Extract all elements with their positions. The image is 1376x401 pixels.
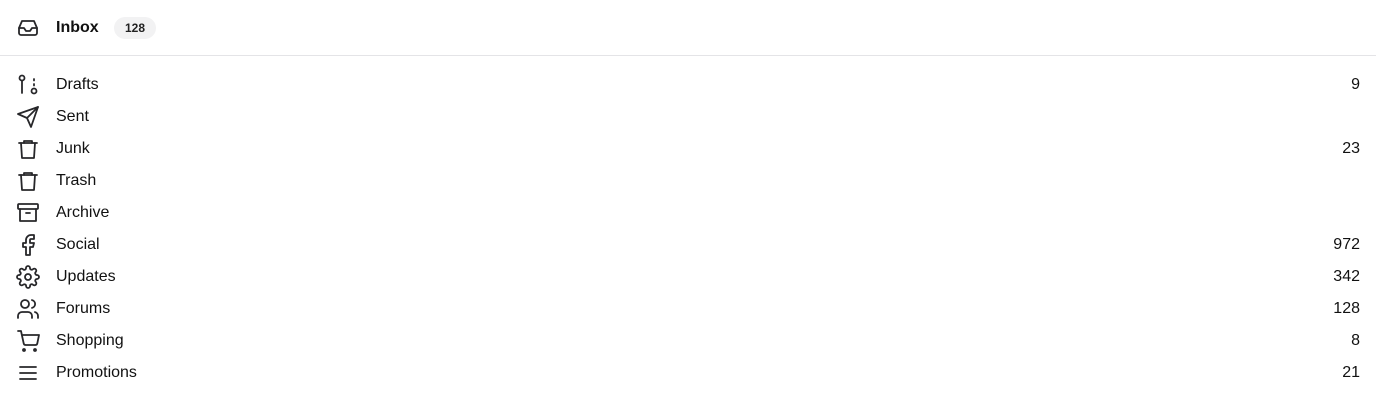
inbox-count-badge: 128: [114, 17, 157, 39]
folder-count: 342: [1333, 268, 1360, 285]
inbox-header[interactable]: Inbox 128: [0, 0, 1376, 56]
users-icon: [16, 297, 40, 321]
inbox-icon: [16, 16, 40, 40]
folder-item-promotions[interactable]: Promotions 21: [0, 357, 1376, 389]
folder-count: 23: [1342, 140, 1360, 157]
folder-item-archive[interactable]: Archive: [0, 197, 1376, 229]
folder-count: 9: [1351, 76, 1360, 93]
send-icon: [16, 105, 40, 129]
folder-count: 21: [1342, 364, 1360, 381]
folder-item-shopping[interactable]: Shopping 8: [0, 325, 1376, 357]
folder-item-trash[interactable]: Trash: [0, 165, 1376, 197]
folder-label: Updates: [56, 268, 116, 285]
folder-count: 128: [1333, 300, 1360, 317]
shopping-cart-icon: [16, 329, 40, 353]
folder-item-drafts[interactable]: Drafts 9: [0, 69, 1376, 101]
trash-icon: [16, 169, 40, 193]
folder-label: Trash: [56, 172, 97, 189]
archive-icon: [16, 201, 40, 225]
folder-item-updates[interactable]: Updates 342: [0, 261, 1376, 293]
git-pull-request-icon: [16, 73, 40, 97]
folder-label: Forums: [56, 300, 111, 317]
folder-label: Sent: [56, 108, 89, 125]
folder-item-sent[interactable]: Sent: [0, 101, 1376, 133]
folder-label: Archive: [56, 204, 110, 221]
folder-item-forums[interactable]: Forums 128: [0, 293, 1376, 325]
inbox-title: Inbox: [56, 19, 99, 36]
folder-label: Social: [56, 236, 100, 253]
folder-item-junk[interactable]: Junk 23: [0, 133, 1376, 165]
folder-count: 8: [1351, 332, 1360, 349]
folder-list: Drafts 9 Sent Junk 23 Trash Archive Soci…: [0, 69, 1376, 389]
facebook-icon: [16, 233, 40, 257]
menu-icon: [16, 361, 40, 385]
folder-label: Promotions: [56, 364, 137, 381]
folder-label: Junk: [56, 140, 90, 157]
folder-label: Drafts: [56, 76, 99, 93]
folder-count: 972: [1333, 236, 1360, 253]
gear-icon: [16, 265, 40, 289]
trash-icon: [16, 137, 40, 161]
folder-item-social[interactable]: Social 972: [0, 229, 1376, 261]
folder-label: Shopping: [56, 332, 124, 349]
